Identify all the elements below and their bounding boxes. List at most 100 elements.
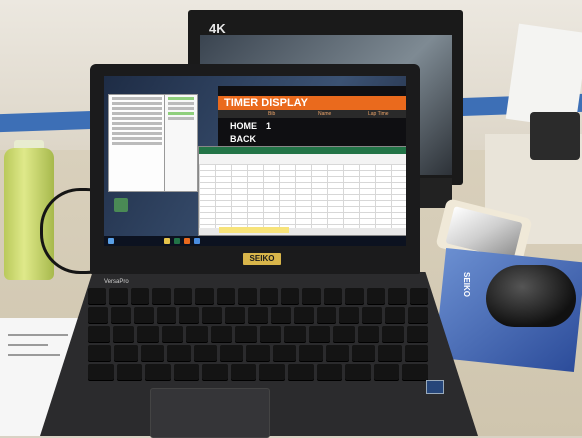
keyboard-key[interactable] [259,326,281,342]
keyboard-key[interactable] [308,326,330,342]
keyboard-key[interactable] [230,364,257,380]
keyboard-key[interactable] [137,326,159,342]
keyboard-key[interactable] [409,288,428,304]
keyboard-key[interactable] [406,326,428,342]
start-icon[interactable] [108,238,114,244]
excel-sheet-tab[interactable] [219,227,289,233]
keyboard-key[interactable] [156,307,177,323]
keyboard-row [88,307,428,323]
panel-row [168,117,194,120]
list-row [112,127,162,130]
keyboard-key[interactable] [88,307,108,323]
keyboard-key[interactable] [161,326,183,342]
excel-icon[interactable] [174,238,180,244]
keyboard-key[interactable] [173,288,193,304]
keyboard-key[interactable] [270,307,291,323]
keyboard-key[interactable] [316,307,337,323]
doc-line [8,344,48,346]
keyboard-key[interactable] [195,288,214,304]
keyboard-key[interactable] [288,364,314,380]
folder-icon[interactable] [164,238,170,244]
keyboard-key[interactable] [408,307,428,323]
keyboard-key[interactable] [216,288,236,304]
green-button[interactable] [168,97,194,100]
mousepad-logo: SEIKO [461,272,471,297]
keyboard-key[interactable] [248,307,268,323]
keyboard-key[interactable] [186,326,208,342]
keyboard-key[interactable] [345,364,371,380]
keyboard-key[interactable] [378,345,402,361]
keyboard-key[interactable] [259,288,278,304]
timer-display-title: TIMER DISPLAY [218,96,406,110]
keyboard-key[interactable] [382,326,404,342]
keyboard-key[interactable] [345,288,364,304]
keyboard-key[interactable] [362,307,383,323]
keyboard-key[interactable] [116,364,143,380]
list-row [112,122,162,125]
excel-grid[interactable] [199,164,406,228]
green-button[interactable] [168,112,194,115]
keyboard-key[interactable] [293,307,314,323]
keyboard-key[interactable] [385,307,406,323]
keyboard-key[interactable] [173,364,200,380]
keyboard-key[interactable] [88,326,110,342]
keyboard-key[interactable] [333,326,355,342]
keyboard-key[interactable] [193,345,217,361]
keyboard-key[interactable] [114,345,138,361]
keyboard-key[interactable] [280,288,300,304]
results-list-window[interactable] [108,94,166,192]
app-icon[interactable] [194,238,200,244]
keyboard-key[interactable] [219,345,244,361]
control-panel-window[interactable] [164,94,198,192]
keyboard-key[interactable] [112,326,134,342]
keyboard-key[interactable] [339,307,360,323]
keyboard-key[interactable] [246,345,270,361]
excel-window[interactable] [198,146,406,236]
keyboard-key[interactable] [167,345,191,361]
keyboard-key[interactable] [366,288,386,304]
keyboard-key[interactable] [259,364,286,380]
list-row [112,107,162,110]
laptop-touchpad[interactable] [150,388,270,438]
keyboard-key[interactable] [88,364,114,380]
list-row [112,117,162,120]
keyboard-key[interactable] [323,288,343,304]
keyboard-key[interactable] [179,307,200,323]
keyboard-key[interactable] [88,345,112,361]
keyboard-key[interactable] [373,364,400,380]
column-lap-time: Lap Time [368,111,389,117]
keyboard-key[interactable] [202,307,223,323]
app-icon[interactable] [184,238,190,244]
keyboard-key[interactable] [404,345,429,361]
keyboard-key[interactable] [202,364,228,380]
keyboard-key[interactable] [325,345,349,361]
mouse [486,265,576,327]
keyboard-key[interactable] [88,288,107,304]
keyboard-key[interactable] [225,307,246,323]
keyboard-key[interactable] [402,364,428,380]
keyboard-key[interactable] [238,288,257,304]
keyboard-key[interactable] [316,364,343,380]
keyboard-row [88,364,428,380]
keyboard-key[interactable] [299,345,323,361]
cpu-sticker [426,380,444,394]
keyboard-key[interactable] [284,326,306,342]
keyboard-key[interactable] [235,326,257,342]
keyboard-key[interactable] [357,326,379,342]
keyboard-key[interactable] [109,288,128,304]
list-row [112,102,162,105]
keyboard-key[interactable] [152,288,171,304]
keyboard-key[interactable] [130,288,150,304]
keyboard-key[interactable] [272,345,297,361]
keyboard-key[interactable] [351,345,376,361]
keyboard-key[interactable] [210,326,232,342]
list-row [112,137,162,140]
keyboard-key[interactable] [110,307,131,323]
keyboard-key[interactable] [133,307,154,323]
keyboard-key[interactable] [388,288,407,304]
keyboard-key[interactable] [140,345,165,361]
laptop-keyboard[interactable] [88,288,429,384]
desktop-icon[interactable] [114,198,128,212]
keyboard-key[interactable] [302,288,321,304]
keyboard-key[interactable] [145,364,171,380]
